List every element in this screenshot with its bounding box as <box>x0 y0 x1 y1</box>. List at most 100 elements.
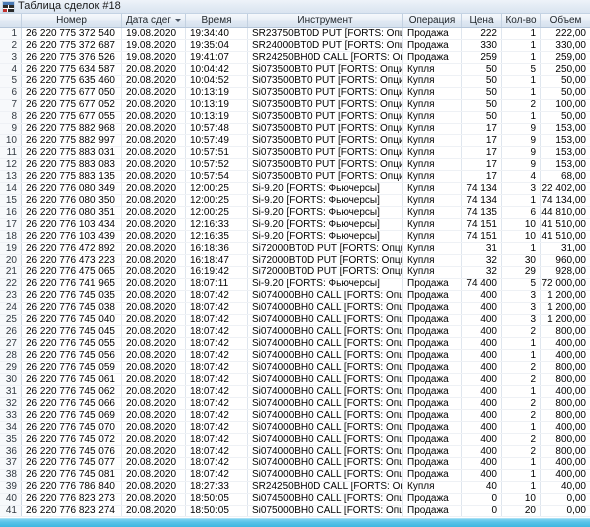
cell-num: 26 220 775 883 083 <box>22 159 122 171</box>
cell-time: 18:07:11 <box>186 278 248 290</box>
table-row[interactable]: 33 26 220 776 745 069 20.08.2020 18:07:42 Si… <box>0 410 590 422</box>
cell-idx: 37 <box>0 457 22 469</box>
cell-price: 400 <box>462 445 502 457</box>
table-row[interactable]: 11 26 220 775 883 031 20.08.2020 10:57:51 Si… <box>0 147 590 160</box>
cell-instr: Si074000BH0 CALL [FORTS: Опционы] <box>248 374 403 386</box>
table-row[interactable]: 4 26 220 775 634 587 20.08.2020 10:04:42 Si0… <box>0 63 590 76</box>
cell-vol: 1 200,00 <box>547 302 586 314</box>
table-row[interactable]: 34 26 220 776 745 070 20.08.2020 18:07:42 Si… <box>0 421 590 434</box>
cell-date: 20.08.2020 <box>122 410 186 421</box>
cell-instr: SR24250BH0D CALL [FORTS: Опционы] <box>248 481 403 493</box>
table-row[interactable]: 25 26 220 776 745 040 20.08.2020 18:07:42 Si… <box>0 314 590 327</box>
column-header-price[interactable]: Цена <box>462 14 502 27</box>
cell-time: 18:07:42 <box>186 290 248 302</box>
cell-date: 20.08.2020 <box>122 302 186 314</box>
cell-price: 50 <box>462 99 502 111</box>
table-row[interactable]: 21 26 220 776 475 065 20.08.2020 16:19:42 Si… <box>0 266 590 279</box>
table-row[interactable]: 5 26 220 775 635 460 20.08.2020 10:04:52 Si0… <box>0 75 590 88</box>
table-row[interactable]: 28 26 220 776 745 056 20.08.2020 18:07:42 Si… <box>0 350 590 363</box>
table-row[interactable]: 8 26 220 775 677 055 20.08.2020 10:13:19 Si0… <box>0 111 590 124</box>
cell-price: 222 <box>462 28 502 39</box>
table-row[interactable]: 35 26 220 776 745 072 20.08.2020 18:07:42 Si… <box>0 433 590 446</box>
column-header-number[interactable]: Номер <box>22 14 122 27</box>
cell-qty: 29 <box>502 266 541 278</box>
column-header-index[interactable] <box>0 14 22 27</box>
table-row[interactable]: 24 26 220 776 745 038 20.08.2020 18:07:42 Si… <box>0 302 590 315</box>
table-row[interactable]: 9 26 220 775 882 968 20.08.2020 10:57:48 Si0… <box>0 123 590 136</box>
cell-qty: 1 <box>502 338 541 350</box>
column-header-quantity[interactable]: Кол-во <box>502 14 541 27</box>
cell-oper: Продажа <box>403 421 462 433</box>
table-row[interactable]: 6 26 220 775 677 050 20.08.2020 10:13:19 Si0… <box>0 87 590 100</box>
table-header-row: Номер Дата сдег Время Инструмент Операци… <box>0 14 590 28</box>
cell-idx: 26 <box>0 326 22 338</box>
cell-vol: 400,00 <box>555 386 586 397</box>
cell-price: 50 <box>462 111 502 123</box>
cell-price: 17 <box>462 159 502 171</box>
column-header-time[interactable]: Время <box>186 14 248 27</box>
column-header-instrument[interactable]: Инструмент <box>248 14 403 27</box>
table-row[interactable]: 27 26 220 776 745 055 20.08.2020 18:07:42 Si… <box>0 338 590 351</box>
column-header-operation[interactable]: Операция <box>403 14 462 27</box>
table-row[interactable]: 2 26 220 775 372 687 19.08.2020 19:35:04 SR2… <box>0 39 590 52</box>
table-row[interactable]: 19 26 220 776 472 892 20.08.2020 16:18:36 Si… <box>0 242 590 255</box>
table-row[interactable]: 40 26 220 776 823 273 20.08.2020 18:50:05 Si… <box>0 493 590 506</box>
table-row[interactable]: 30 26 220 776 745 061 20.08.2020 18:07:42 Si… <box>0 374 590 387</box>
cell-oper: Купля <box>403 87 462 99</box>
cell-date: 20.08.2020 <box>122 445 186 457</box>
cell-vol: 153,00 <box>555 123 586 135</box>
table-row[interactable]: 12 26 220 775 883 083 20.08.2020 10:57:52 Si… <box>0 159 590 172</box>
table-row[interactable]: 36 26 220 776 745 076 20.08.2020 18:07:42 Si… <box>0 445 590 458</box>
cell-vol: 1 200,00 <box>547 290 586 302</box>
table-row[interactable]: 22 26 220 776 741 965 20.08.2020 18:07:11 Si… <box>0 278 590 291</box>
table-row[interactable]: 41 26 220 776 823 274 20.08.2020 18:50:05 Si… <box>0 505 590 518</box>
cell-oper: Купля <box>403 159 462 171</box>
cell-date: 20.08.2020 <box>122 421 186 433</box>
cell-instr: Si074000BH0 CALL [FORTS: Опционы] <box>248 469 403 481</box>
cell-oper: Продажа <box>403 290 462 302</box>
table-row[interactable]: 1 26 220 775 372 540 19.08.2020 19:34:40 SR2… <box>0 28 590 40</box>
table-row[interactable]: 16 26 220 776 080 351 20.08.2020 12:00:25 Si… <box>0 207 590 219</box>
table-row[interactable]: 7 26 220 775 677 052 20.08.2020 10:13:19 Si0… <box>0 99 590 112</box>
cell-instr: Si073500BT0 PUT [FORTS: Опционы] <box>248 99 403 111</box>
cell-qty: 1 <box>502 195 541 207</box>
cell-num: 26 220 776 745 055 <box>22 338 122 350</box>
column-header-volume[interactable]: Объем <box>541 14 590 27</box>
cell-instr: Si72000BT0D PUT [FORTS: Опционы] <box>248 266 403 278</box>
table-row[interactable]: 20 26 220 776 473 223 20.08.2020 16:18:47 Si… <box>0 254 590 267</box>
column-header-date[interactable]: Дата сдег <box>122 14 186 27</box>
table-row[interactable]: 3 26 220 775 376 526 19.08.2020 19:41:07 SR2… <box>0 51 590 64</box>
cell-instr: Si72000BT0D PUT [FORTS: Опционы] <box>248 242 403 254</box>
table-row[interactable]: 23 26 220 776 745 035 20.08.2020 18:07:42 Si… <box>0 290 590 303</box>
cell-oper: Продажа <box>403 469 462 481</box>
cell-num: 26 220 775 634 587 <box>22 63 122 75</box>
table-row[interactable]: 32 26 220 776 745 066 20.08.2020 18:07:42 Si… <box>0 398 590 410</box>
table-row[interactable]: 14 26 220 776 080 349 20.08.2020 12:00:25 Si… <box>0 183 590 196</box>
table-row[interactable]: 15 26 220 776 080 350 20.08.2020 12:00:25 Si… <box>0 195 590 208</box>
table-row[interactable]: 13 26 220 775 883 135 20.08.2020 10:57:54 Si… <box>0 171 590 184</box>
table-row[interactable]: 39 26 220 776 786 840 20.08.2020 18:27:33 SR… <box>0 481 590 494</box>
cell-num: 26 220 776 745 081 <box>22 469 122 481</box>
cell-qty: 3 <box>502 290 541 302</box>
cell-date: 20.08.2020 <box>122 374 186 386</box>
cell-time: 18:07:42 <box>186 469 248 481</box>
table-row[interactable]: 17 26 220 776 103 434 20.08.2020 12:16:33 Si… <box>0 219 590 231</box>
table-row[interactable]: 18 26 220 776 103 439 20.08.2020 12:16:35 Si… <box>0 230 590 243</box>
table-row[interactable]: 31 26 220 776 745 062 20.08.2020 18:07:42 Si… <box>0 386 590 399</box>
cell-idx: 21 <box>0 266 22 278</box>
table-row[interactable]: 10 26 220 775 882 997 20.08.2020 10:57:49 Si… <box>0 135 590 148</box>
cell-price: 0 <box>462 493 502 505</box>
cell-date: 20.08.2020 <box>122 266 186 278</box>
cell-vol: 800,00 <box>555 326 586 338</box>
column-header-volume-label: Объем <box>549 15 582 26</box>
table-row[interactable]: 26 26 220 776 745 045 20.08.2020 18:07:42 Si… <box>0 326 590 339</box>
table-row[interactable]: 29 26 220 776 745 059 20.08.2020 18:07:42 Si… <box>0 362 590 375</box>
cell-instr: Si074000BH0 CALL [FORTS: Опционы] <box>248 445 403 457</box>
cell-price: 259 <box>462 51 502 63</box>
cell-time: 18:07:42 <box>186 410 248 421</box>
table-row[interactable]: 38 26 220 776 745 081 20.08.2020 18:07:42 Si… <box>0 469 590 482</box>
cell-date: 19.08.2020 <box>122 28 186 39</box>
cell-idx: 3 <box>0 51 22 63</box>
table-row[interactable]: 37 26 220 776 745 077 20.08.2020 18:07:42 Si… <box>0 457 590 470</box>
cell-oper: Купля <box>403 75 462 87</box>
